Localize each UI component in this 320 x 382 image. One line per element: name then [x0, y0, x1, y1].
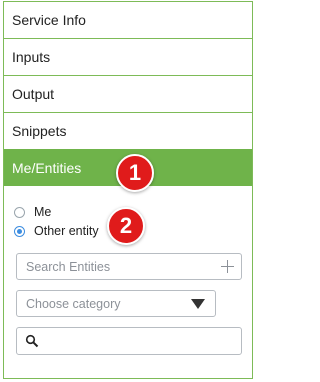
radio-button[interactable]	[14, 225, 25, 237]
section-label: Service Info	[12, 12, 86, 28]
side-panel: Service Info Inputs Output Snippets Me/E…	[3, 1, 253, 379]
section-label: Output	[12, 86, 55, 102]
callout-badge-1: 1	[116, 154, 154, 192]
search-input[interactable]	[16, 327, 242, 355]
section-inputs[interactable]: Inputs	[4, 38, 252, 75]
callout-number: 1	[128, 160, 142, 185]
radio-label: Me	[34, 205, 52, 219]
section-label: Inputs	[12, 49, 51, 65]
search-icon	[25, 334, 39, 348]
radio-button[interactable]	[14, 206, 25, 218]
chevron-down-icon[interactable]	[191, 298, 205, 309]
section-service-info[interactable]: Service Info	[4, 1, 252, 38]
radio-option-other-entity[interactable]: Other entity	[14, 224, 99, 238]
callout-badge-2: 2	[107, 207, 145, 245]
plus-icon[interactable]	[217, 257, 237, 277]
search-entities-placeholder: Search Entities	[26, 259, 111, 274]
radio-label: Other entity	[34, 224, 99, 238]
callout-number: 2	[119, 213, 133, 238]
radio-option-me[interactable]: Me	[14, 205, 51, 219]
choose-category-placeholder: Choose category	[26, 296, 121, 311]
choose-category-select[interactable]: Choose category	[16, 290, 216, 317]
section-label: Snippets	[12, 123, 67, 139]
section-output[interactable]: Output	[4, 75, 252, 112]
search-entities-input[interactable]: Search Entities	[16, 253, 242, 280]
section-label: Me/Entities	[12, 160, 82, 176]
section-snippets[interactable]: Snippets	[4, 112, 252, 149]
